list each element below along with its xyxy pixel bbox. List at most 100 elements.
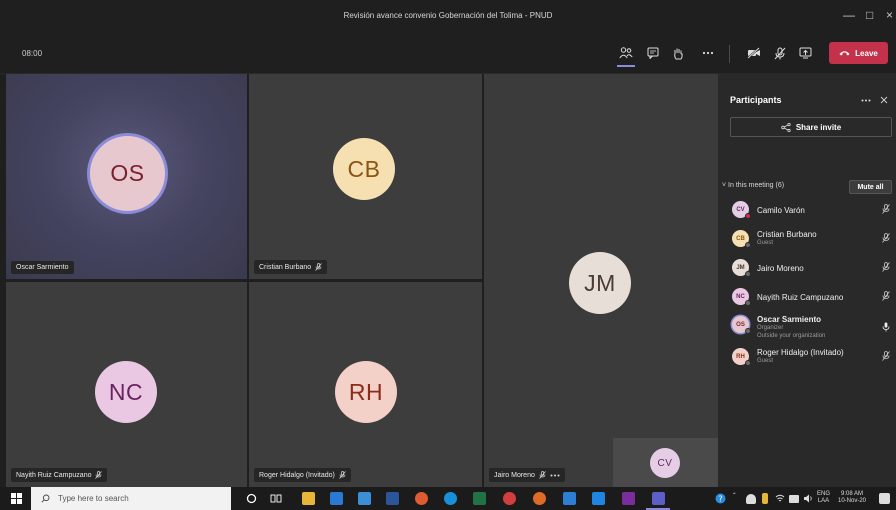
outlook-icon[interactable]: [563, 492, 576, 505]
status-badge: [745, 328, 751, 334]
video-tile[interactable]: CB Cristian Burbano: [249, 74, 482, 279]
video-tile[interactable]: OS Oscar Sarmiento: [6, 74, 247, 279]
mic-off-icon: [882, 233, 890, 243]
title-bar: Revisión avance convenio Gobernación del…: [0, 0, 896, 34]
status-badge: [745, 213, 751, 219]
onenote-icon[interactable]: [622, 492, 635, 505]
participant-name: Oscar Sarmiento: [757, 315, 822, 324]
avatar-initials: NC: [108, 378, 144, 405]
task-view-icon[interactable]: [270, 493, 282, 504]
mic-off-icon: [315, 263, 322, 271]
window-title: Revisión avance convenio Gobernación del…: [343, 11, 553, 20]
twitter-icon[interactable]: [592, 492, 605, 505]
participant-row[interactable]: CV Camilo Varón: [730, 199, 892, 221]
store-icon[interactable]: [358, 492, 371, 505]
close-icon[interactable]: [880, 96, 888, 104]
status-badge: [745, 300, 751, 306]
meeting-toolbar: 08:00 Leave: [0, 34, 896, 74]
volume-icon[interactable]: [803, 494, 814, 503]
participant-name-label: Oscar Sarmiento: [11, 261, 74, 274]
video-tile[interactable]: JM Jairo Moreno CV: [484, 74, 718, 487]
participant-name: Jairo Moreno: [757, 264, 804, 273]
help-icon[interactable]: ?: [715, 493, 726, 504]
avatar-initials: CB: [347, 155, 381, 182]
avatar: NC: [95, 361, 157, 423]
maximize-icon[interactable]: □: [866, 8, 873, 22]
participant-name: Roger Hidalgo (Invitado): [259, 471, 335, 479]
mic-off-icon: [339, 471, 346, 479]
participant-name-label: Cristian Burbano: [254, 260, 328, 274]
battery-icon[interactable]: [762, 493, 768, 504]
cloud-icon[interactable]: [746, 494, 756, 504]
participant-role: Guest: [757, 240, 774, 246]
mic-off-icon: [882, 351, 890, 361]
meeting-section-toggle[interactable]: ˅ In this meeting (6): [722, 182, 784, 189]
windows-start-icon[interactable]: [11, 493, 22, 504]
language-indicator[interactable]: ENG LAA: [817, 491, 830, 505]
active-indicator: [617, 65, 635, 67]
participant-row[interactable]: NC Nayith Ruiz Campuzano: [730, 286, 892, 308]
cortana-icon[interactable]: [246, 493, 257, 504]
clock-time: 9:08 AM: [841, 491, 864, 497]
participant-name-label: Jairo Moreno: [489, 468, 565, 482]
mic-off-icon[interactable]: [769, 43, 791, 63]
participant-row[interactable]: CB Cristian Burbano Guest: [730, 228, 892, 250]
share-icon: [781, 122, 791, 132]
participant-name-label: Roger Hidalgo (Invitado): [254, 468, 351, 482]
chat-icon[interactable]: [642, 43, 664, 63]
phone-hangup-icon: [839, 51, 850, 56]
participants-icon[interactable]: [615, 43, 637, 63]
more-options-icon[interactable]: [697, 43, 719, 63]
share-invite-button[interactable]: Share invite: [730, 117, 892, 137]
leave-label: Leave: [855, 48, 878, 58]
participant-name: Nayith Ruiz Campuzano: [16, 471, 92, 479]
mic-off-icon: [882, 262, 890, 272]
panel-title: Participants: [730, 95, 782, 105]
section-label: In this meeting (6): [728, 182, 785, 189]
camera-off-icon[interactable]: [743, 43, 765, 63]
leave-button[interactable]: Leave: [829, 42, 888, 64]
participant-name: Cristian Burbano: [757, 230, 817, 239]
taskbar-search[interactable]: Type here to search: [31, 487, 231, 510]
raise-hand-icon[interactable]: [667, 43, 689, 63]
teams-icon[interactable]: [652, 492, 665, 505]
notifications-icon[interactable]: [879, 493, 890, 504]
more-options-icon[interactable]: [861, 99, 871, 102]
participant-role: Guest: [757, 358, 774, 364]
participant-name: Oscar Sarmiento: [16, 264, 69, 271]
avatar: OS: [90, 136, 165, 211]
firefox-icon[interactable]: [533, 492, 546, 505]
avatar-initials: RH: [348, 378, 384, 405]
excel-icon[interactable]: [473, 492, 486, 505]
participant-name: Camilo Varón: [757, 206, 805, 215]
status-badge: [745, 360, 751, 366]
participant-row[interactable]: OS Oscar Sarmiento Organizer Outside you…: [730, 314, 892, 342]
share-screen-icon[interactable]: [794, 43, 816, 63]
svg-text:?: ?: [718, 494, 722, 503]
participant-row[interactable]: JM Jairo Moreno: [730, 257, 892, 279]
toolbar-separator: [729, 45, 730, 63]
video-tile[interactable]: RH Roger Hidalgo (Invitado): [249, 282, 482, 487]
participant-name-label: Nayith Ruiz Campuzano: [11, 468, 108, 482]
chevron-up-icon[interactable]: ˆ: [733, 493, 736, 501]
participant-name: Roger Hidalgo (Invitado): [757, 348, 844, 357]
participant-name: Nayith Ruiz Campuzano: [757, 293, 844, 302]
edge-icon[interactable]: [444, 492, 457, 505]
participant-row[interactable]: RH Roger Hidalgo (Invitado) Guest: [730, 346, 892, 368]
close-icon[interactable]: ×: [886, 8, 893, 22]
clock[interactable]: 9:08 AM 10-Nov-20: [838, 491, 866, 505]
word-icon[interactable]: [386, 492, 399, 505]
mail-icon[interactable]: [330, 492, 343, 505]
network-icon[interactable]: [775, 494, 785, 503]
app-icon[interactable]: [503, 492, 516, 505]
video-tile[interactable]: NC Nayith Ruiz Campuzano: [6, 282, 247, 487]
mute-all-button[interactable]: Mute all: [849, 180, 892, 194]
more-options-icon[interactable]: [550, 474, 560, 477]
minimize-icon[interactable]: —: [843, 8, 855, 22]
file-explorer-icon[interactable]: [302, 492, 315, 505]
display-icon[interactable]: [789, 495, 799, 503]
avatar-initials: OS: [110, 160, 145, 186]
clock-date: 10-Nov-20: [838, 498, 867, 504]
chrome-icon[interactable]: [415, 492, 428, 505]
self-view-tile[interactable]: CV: [613, 438, 718, 487]
